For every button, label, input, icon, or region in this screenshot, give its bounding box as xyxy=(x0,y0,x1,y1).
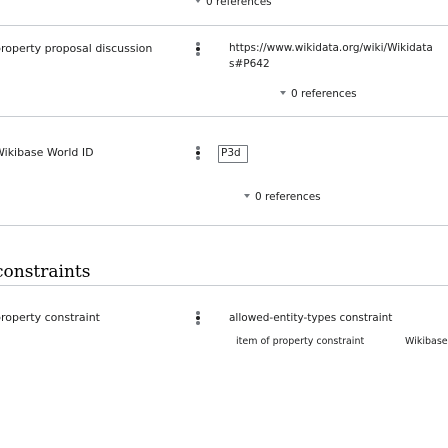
constraint-value-link[interactable]: allowed-entity-types constraint xyxy=(229,310,392,326)
url-line-2: s#P642 xyxy=(229,58,270,70)
chevron-down-icon xyxy=(280,91,286,95)
chevron-down-icon xyxy=(195,0,201,3)
qualifier-property-label[interactable]: item of property constraint xyxy=(236,336,364,347)
statement-value-url[interactable]: https://www.wikidata.org/wiki/Wikidata s… xyxy=(229,40,433,72)
qualifier-value-link[interactable]: Wikibase xyxy=(405,336,448,347)
rank-selector-icon[interactable] xyxy=(194,311,202,325)
property-label[interactable]: property constraint xyxy=(0,311,100,324)
rank-selector-icon[interactable] xyxy=(194,146,202,160)
rank-down-dot xyxy=(196,52,200,56)
input-value: P3d xyxy=(221,147,241,159)
references-toggle[interactable]: 0 references xyxy=(244,191,321,203)
chevron-down-icon xyxy=(244,194,250,198)
rank-down-dot xyxy=(196,321,200,325)
rank-down-dot xyxy=(196,156,200,160)
rank-normal-dot xyxy=(196,47,200,51)
rank-up-dot xyxy=(196,311,200,315)
property-label[interactable]: property proposal discussion xyxy=(0,42,152,55)
references-count: 0 references xyxy=(206,0,272,8)
divider xyxy=(0,25,448,26)
references-toggle-top[interactable]: 0 references xyxy=(195,0,272,8)
divider xyxy=(0,225,448,226)
section-heading: constraints xyxy=(0,262,91,282)
divider xyxy=(0,116,448,117)
references-count: 0 references xyxy=(255,191,321,203)
url-line-1: https://www.wikidata.org/wiki/Wikidata xyxy=(229,42,433,54)
rank-up-dot xyxy=(196,146,200,150)
rank-selector-icon[interactable] xyxy=(194,42,202,56)
references-toggle[interactable]: 0 references xyxy=(280,88,357,100)
rank-up-dot xyxy=(196,42,200,46)
rank-normal-dot xyxy=(196,151,200,155)
section-heading-rule xyxy=(0,285,448,286)
wikibase-id-input[interactable]: P3d xyxy=(218,145,248,163)
property-label[interactable]: Wikibase World ID xyxy=(0,146,94,159)
references-count: 0 references xyxy=(291,88,357,100)
rank-normal-dot xyxy=(196,316,200,320)
